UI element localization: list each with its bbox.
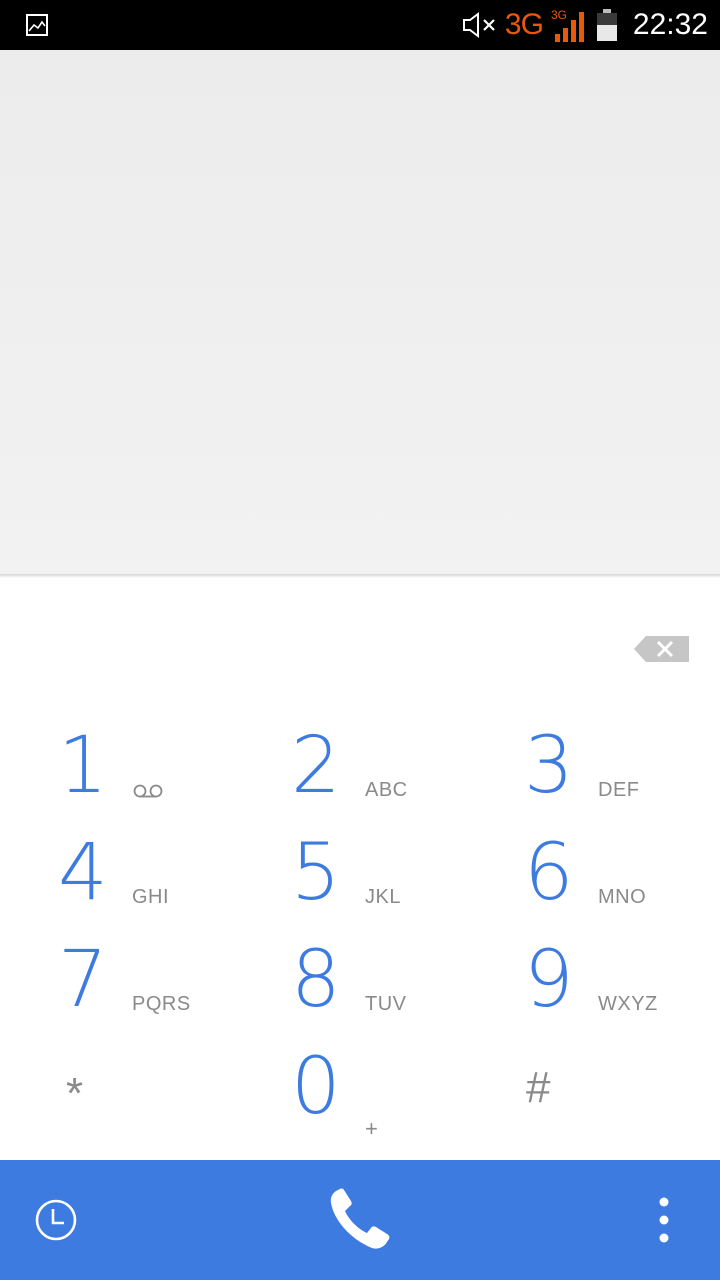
key-digit: 5 bbox=[291, 828, 341, 918]
key-6[interactable]: 6 MNO bbox=[470, 822, 703, 929]
divider bbox=[0, 574, 720, 578]
key-digit: 0 bbox=[291, 1042, 341, 1132]
overflow-menu-icon[interactable] bbox=[646, 1194, 682, 1246]
key-symbol: # bbox=[526, 1063, 551, 1112]
key-symbol: * bbox=[66, 1069, 84, 1118]
key-letters: PQRS bbox=[132, 993, 191, 1015]
key-digit: 6 bbox=[524, 828, 574, 918]
key-digit: 1 bbox=[58, 721, 108, 811]
digits-field[interactable] bbox=[24, 600, 624, 690]
key-0[interactable]: 0 + bbox=[237, 1036, 470, 1143]
key-digit: 8 bbox=[291, 935, 341, 1025]
key-letters: GHI bbox=[132, 886, 170, 908]
network-type: 3G bbox=[504, 8, 544, 41]
key-digit: 7 bbox=[58, 935, 108, 1025]
key-1[interactable]: 1 bbox=[4, 715, 237, 822]
history-icon[interactable] bbox=[30, 1194, 82, 1246]
key-2[interactable]: 2 ABC bbox=[237, 715, 470, 822]
signal-icon: 3G bbox=[551, 8, 584, 42]
key-9[interactable]: 9 WXYZ bbox=[470, 929, 703, 1036]
status-bar: 3G 3G 22:32 bbox=[0, 0, 720, 50]
keypad: 1 2 ABC 3 DEF 4 GHI 5 JKL 6 MNO 7 PQRS 8… bbox=[0, 715, 720, 1145]
key-letters: TUV bbox=[365, 993, 407, 1015]
key-digit: 4 bbox=[58, 828, 108, 918]
key-letters: JKL bbox=[365, 886, 401, 908]
status-icons: 3G 3G 22:32 bbox=[461, 0, 708, 50]
backspace-icon[interactable] bbox=[634, 634, 690, 664]
content-area bbox=[0, 50, 720, 576]
mute-icon bbox=[462, 12, 495, 38]
key-hash[interactable]: # bbox=[470, 1036, 703, 1143]
key-digit: 9 bbox=[524, 935, 574, 1025]
key-letters: WXYZ bbox=[598, 993, 658, 1015]
clock: 22:32 bbox=[632, 8, 708, 41]
key-digit: 2 bbox=[291, 721, 341, 811]
key-8[interactable]: 8 TUV bbox=[237, 929, 470, 1036]
key-digit: 3 bbox=[524, 721, 574, 811]
key-7[interactable]: 7 PQRS bbox=[4, 929, 237, 1036]
phone-icon[interactable] bbox=[320, 1184, 400, 1256]
key-star[interactable]: * bbox=[4, 1036, 237, 1143]
action-bar bbox=[0, 1160, 720, 1280]
key-4[interactable]: 4 GHI bbox=[4, 822, 237, 929]
network-type-small: 3G bbox=[551, 8, 567, 22]
voicemail-icon bbox=[133, 784, 163, 798]
key-5[interactable]: 5 JKL bbox=[237, 822, 470, 929]
key-letters: + bbox=[365, 1116, 378, 1141]
key-letters: MNO bbox=[598, 886, 647, 908]
key-letters: ABC bbox=[365, 779, 408, 801]
battery-icon bbox=[596, 9, 617, 41]
gallery-icon bbox=[26, 14, 48, 36]
key-letters: DEF bbox=[598, 779, 640, 801]
key-3[interactable]: 3 DEF bbox=[470, 715, 703, 822]
